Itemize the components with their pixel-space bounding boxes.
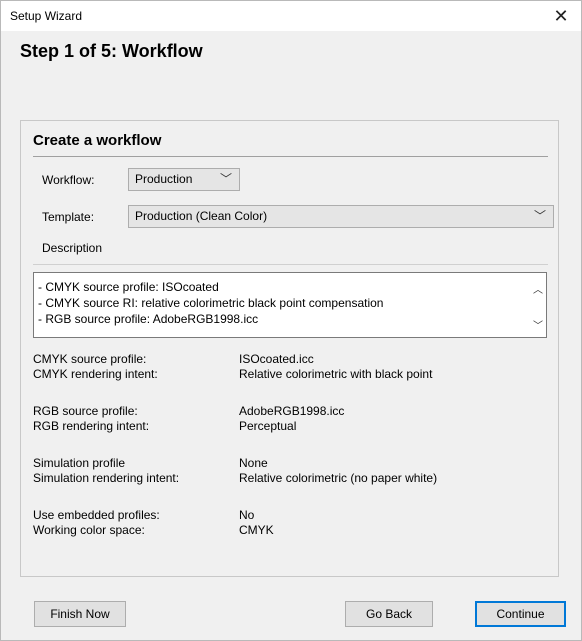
workflow-label: Workflow: bbox=[42, 173, 95, 187]
cmyk-source-profile-label: CMYK source profile: bbox=[33, 352, 147, 366]
simulation-profile-value: None bbox=[239, 456, 268, 470]
finish-now-button[interactable]: Finish Now bbox=[34, 601, 126, 627]
template-value: Production (Clean Color) bbox=[135, 209, 268, 223]
rgb-source-profile-label: RGB source profile: bbox=[33, 404, 138, 418]
chevron-down-icon: ﹀ bbox=[219, 172, 232, 186]
template-label: Template: bbox=[42, 210, 95, 224]
cmyk-source-profile-value: ISOcoated.icc bbox=[239, 352, 314, 366]
section-title: Create a workflow bbox=[33, 132, 162, 149]
workflow-value: Production bbox=[135, 172, 193, 186]
description-line: - RGB source profile: AdobeRGB1998.icc bbox=[38, 312, 259, 326]
working-color-space-value: CMYK bbox=[239, 523, 274, 537]
description-scrollbar[interactable]: ︿ ﹀ bbox=[529, 273, 546, 337]
chevron-down-icon: ﹀ bbox=[533, 209, 546, 223]
description-line: - CMYK source RI: relative colorimetric … bbox=[38, 296, 384, 310]
scroll-up-icon[interactable]: ︿ bbox=[533, 281, 543, 296]
simulation-rendering-intent-value: Relative colorimetric (no paper white) bbox=[239, 471, 438, 485]
rgb-rendering-intent-label: RGB rendering intent: bbox=[33, 419, 150, 433]
window-title: Setup Wizard bbox=[10, 9, 83, 23]
rgb-source-profile-value: AdobeRGB1998.icc bbox=[239, 404, 345, 418]
use-embedded-profiles-label: Use embedded profiles: bbox=[33, 508, 160, 522]
workflow-dropdown[interactable]: Production ﹀ bbox=[128, 168, 240, 191]
step-title: Step 1 of 5: Workflow bbox=[20, 41, 203, 61]
description-line: - CMYK source profile: ISOcoated bbox=[38, 280, 219, 294]
template-dropdown[interactable]: Production (Clean Color) ﹀ bbox=[128, 205, 554, 228]
cmyk-rendering-intent-value: Relative colorimetric with black point bbox=[239, 367, 433, 381]
close-icon[interactable]: ✕ bbox=[541, 1, 581, 31]
setup-wizard-window: Setup Wizard ✕ Step 1 of 5: Workflow Cre… bbox=[0, 0, 582, 641]
simulation-rendering-intent-label: Simulation rendering intent: bbox=[33, 471, 180, 485]
description-divider bbox=[33, 264, 548, 265]
simulation-profile-label: Simulation profile bbox=[33, 456, 126, 470]
description-textbox[interactable]: - CMYK source profile: ISOcoated - CMYK … bbox=[33, 272, 547, 338]
description-label: Description bbox=[42, 241, 103, 255]
go-back-button[interactable]: Go Back bbox=[345, 601, 433, 627]
working-color-space-label: Working color space: bbox=[33, 523, 145, 537]
rgb-rendering-intent-value: Perceptual bbox=[239, 419, 297, 433]
use-embedded-profiles-value: No bbox=[239, 508, 255, 522]
title-bar: Setup Wizard ✕ bbox=[1, 1, 581, 31]
scroll-down-icon[interactable]: ﹀ bbox=[533, 317, 543, 332]
cmyk-rendering-intent-label: CMYK rendering intent: bbox=[33, 367, 158, 381]
section-divider bbox=[33, 156, 548, 157]
continue-button[interactable]: Continue bbox=[475, 601, 566, 627]
